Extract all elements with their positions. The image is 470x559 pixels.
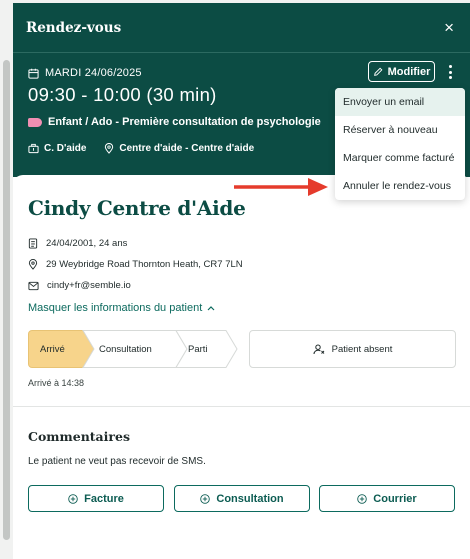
hide-patient-info-link[interactable]: Masquer les informations du patient xyxy=(28,302,215,314)
scrollbar-thumb[interactable] xyxy=(3,60,10,540)
location: Centre d'aide - Centre d'aide xyxy=(104,143,254,154)
map-pin-icon xyxy=(105,143,114,154)
mail-icon xyxy=(28,281,39,290)
menu-item-send-email[interactable]: Envoyer un email xyxy=(335,88,465,116)
briefcase-icon xyxy=(28,143,39,154)
patient-email: cindy+fr@semble.io xyxy=(47,280,131,291)
tag-icon xyxy=(28,117,42,127)
location-name: Centre d'aide - Centre d'aide xyxy=(119,143,255,154)
appointment-panel: Rendez-vous × MARDI 24/06/2025 09:30 - 1… xyxy=(13,3,470,559)
patient-dob: 24/04/2001, 24 ans xyxy=(46,238,128,249)
close-icon[interactable]: × xyxy=(444,19,454,36)
date-row: MARDI 24/06/2025 xyxy=(28,67,142,79)
patient-address-row: 29 Weybridge Road Thornton Heath, CR7 7L… xyxy=(28,259,243,270)
map-pin-icon xyxy=(28,259,38,270)
plus-circle-icon xyxy=(200,493,211,504)
pencil-icon xyxy=(373,67,383,76)
annotation-arrow-icon xyxy=(234,178,328,196)
user-x-icon xyxy=(313,344,324,354)
status-stepper: Arrivé Consultation Parti xyxy=(28,330,238,368)
patient-absent-label: Patient absent xyxy=(331,343,393,355)
patient-absent-button[interactable]: Patient absent xyxy=(249,330,456,368)
menu-item-mark-invoiced[interactable]: Marquer comme facturé xyxy=(335,144,465,172)
calendar-icon xyxy=(28,68,39,79)
add-consultation-button[interactable]: Consultation xyxy=(174,485,310,512)
letter-label: Courrier xyxy=(373,492,417,505)
modify-label: Modifier xyxy=(387,65,431,78)
plus-circle-icon xyxy=(357,493,368,504)
add-letter-button[interactable]: Courrier xyxy=(319,485,455,512)
step-left[interactable]: Parti xyxy=(188,330,208,368)
practitioner: C. D'aide xyxy=(28,143,86,154)
invoice-label: Facture xyxy=(84,492,124,505)
patient-email-row: cindy+fr@semble.io xyxy=(28,280,131,291)
panel-title: Rendez-vous xyxy=(26,19,122,36)
patient-name: Cindy Centre d'Aide xyxy=(28,196,246,220)
appointment-date: MARDI 24/06/2025 xyxy=(45,67,142,79)
menu-item-rebook[interactable]: Réserver à nouveau xyxy=(335,116,465,144)
modify-button[interactable]: Modifier xyxy=(368,61,435,82)
more-options-icon[interactable] xyxy=(445,63,455,81)
scrollbar[interactable] xyxy=(0,0,13,559)
step-consultation[interactable]: Consultation xyxy=(99,330,152,368)
practitioner-name: C. D'aide xyxy=(44,143,87,154)
id-card-icon xyxy=(28,238,38,249)
step-arrived[interactable]: Arrivé xyxy=(40,330,65,368)
arrival-note: Arrivé à 14:38 xyxy=(28,378,85,388)
chevron-up-icon xyxy=(207,306,215,311)
menu-item-cancel-appointment[interactable]: Annuler le rendez-vous xyxy=(335,172,465,200)
hide-patient-info-label: Masquer les informations du patient xyxy=(28,302,203,314)
more-options-menu: Envoyer un email Réserver à nouveau Marq… xyxy=(335,88,465,200)
app-frame: Rendez-vous × MARDI 24/06/2025 09:30 - 1… xyxy=(0,0,470,559)
consultation-label: Consultation xyxy=(216,492,284,505)
comment-text: Le patient ne veut pas recevoir de SMS. xyxy=(28,456,206,467)
patient-address: 29 Weybridge Road Thornton Heath, CR7 7L… xyxy=(46,259,243,270)
patient-card: Cindy Centre d'Aide 24/04/2001, 24 ans 2… xyxy=(13,175,470,559)
title-bar: Rendez-vous × xyxy=(13,3,470,53)
comments-title: Commentaires xyxy=(28,429,130,444)
add-invoice-button[interactable]: Facture xyxy=(28,485,164,512)
plus-circle-icon xyxy=(68,493,78,504)
appointment-time: 09:30 - 10:00 (30 min) xyxy=(28,84,217,105)
section-divider xyxy=(13,406,470,407)
appointment-type: Enfant / Ado - Première consultation de … xyxy=(48,116,321,128)
patient-dob-row: 24/04/2001, 24 ans xyxy=(28,238,127,249)
appointment-type-row: Enfant / Ado - Première consultation de … xyxy=(28,116,321,128)
location-row: C. D'aide Centre d'aide - Centre d'aide xyxy=(28,143,254,154)
